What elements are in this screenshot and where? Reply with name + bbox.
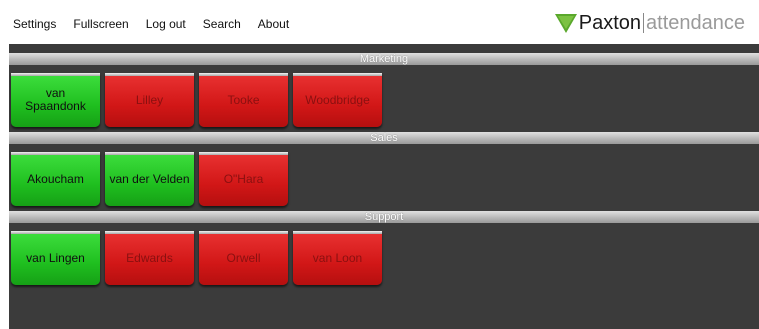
- group-tiles-support: van Lingen Edwards Orwell van Loon: [11, 231, 387, 285]
- person-tile[interactable]: Akoucham: [11, 152, 100, 206]
- group-tiles-sales: Akoucham van der Velden O"Hara: [11, 152, 293, 206]
- person-tile[interactable]: van Spaandonk: [11, 73, 100, 127]
- person-tile[interactable]: Edwards: [105, 231, 194, 285]
- person-tile[interactable]: Woodbridge: [293, 73, 382, 127]
- logo-divider: [643, 13, 645, 33]
- person-name: O"Hara: [223, 171, 264, 186]
- person-tile[interactable]: van Lingen: [11, 231, 100, 285]
- paxton-logo: Paxton attendance: [554, 11, 745, 35]
- person-tile[interactable]: O"Hara: [199, 152, 288, 206]
- person-name: Tooke: [227, 92, 260, 107]
- person-tile[interactable]: Lilley: [105, 73, 194, 127]
- menu-search[interactable]: Search: [203, 17, 241, 31]
- person-name: Woodbridge: [305, 92, 370, 107]
- person-tile[interactable]: van Loon: [293, 231, 382, 285]
- person-name: van Loon: [312, 250, 363, 265]
- person-tile[interactable]: Orwell: [199, 231, 288, 285]
- top-bar: Settings Fullscreen Log out Search About…: [0, 0, 759, 44]
- group-tiles-marketing: van Spaandonk Lilley Tooke Woodbridge: [11, 73, 387, 127]
- main-menu: Settings Fullscreen Log out Search About: [13, 17, 306, 31]
- menu-about[interactable]: About: [258, 17, 289, 31]
- person-name: Lilley: [135, 92, 164, 107]
- group-header-support: Support: [9, 211, 759, 223]
- menu-log-out[interactable]: Log out: [146, 17, 186, 31]
- group-header-sales: Sales: [9, 132, 759, 144]
- attendance-board: Marketing van Spaandonk Lilley Tooke Woo…: [9, 44, 759, 329]
- person-tile[interactable]: van der Velden: [105, 152, 194, 206]
- menu-settings[interactable]: Settings: [13, 17, 56, 31]
- person-name: van der Velden: [109, 171, 190, 186]
- person-name: Akoucham: [27, 171, 84, 186]
- logo-brand: Paxton: [578, 12, 642, 34]
- person-name: van Lingen: [26, 250, 85, 265]
- person-tile[interactable]: Tooke: [199, 73, 288, 127]
- person-name: Orwell: [226, 250, 261, 265]
- logo-product: attendance: [646, 12, 745, 34]
- green-triangle-logo-icon: [554, 14, 577, 33]
- group-header-marketing: Marketing: [9, 53, 759, 65]
- person-name: Edwards: [126, 250, 173, 265]
- person-name: van Spaandonk: [25, 86, 86, 113]
- menu-fullscreen[interactable]: Fullscreen: [73, 17, 128, 31]
